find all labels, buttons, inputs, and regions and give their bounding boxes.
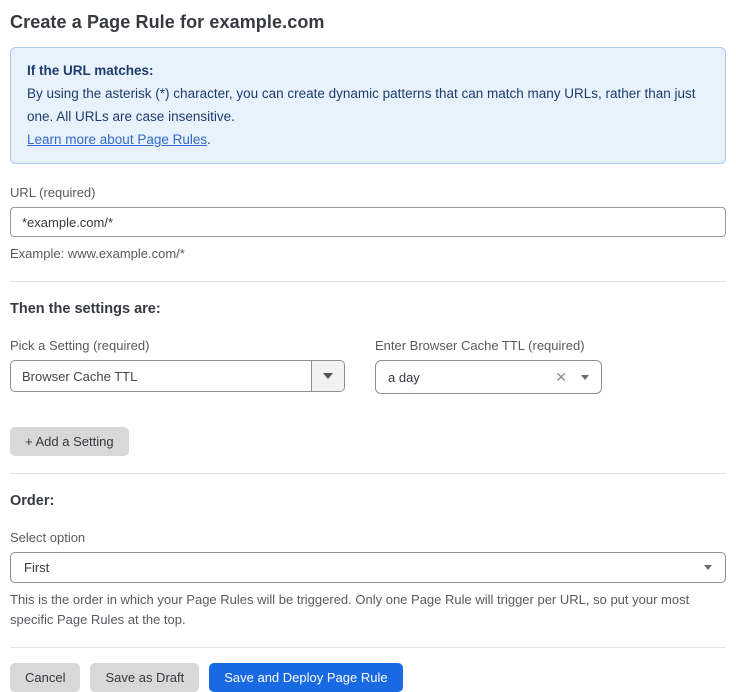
info-box-link-line: Learn more about Page Rules. [27, 128, 709, 151]
settings-row: Pick a Setting (required) Browser Cache … [10, 317, 726, 394]
ttl-picker-column: Enter Browser Cache TTL (required) a day… [375, 317, 602, 394]
divider [10, 647, 726, 648]
order-helper-text: This is the order in which your Page Rul… [10, 590, 726, 630]
save-as-draft-button[interactable]: Save as Draft [90, 663, 199, 692]
url-field-helper: Example: www.example.com/* [10, 244, 726, 264]
caret-down-icon [323, 373, 333, 379]
ttl-picker-dropdown[interactable]: a day ✕ [375, 360, 602, 394]
setting-picker-label: Pick a Setting (required) [10, 338, 345, 353]
cancel-button[interactable]: Cancel [10, 663, 80, 692]
x-clear-icon[interactable]: ✕ [555, 370, 567, 384]
footer-actions: Cancel Save as Draft Save and Deploy Pag… [10, 663, 726, 692]
settings-section-heading: Then the settings are: [10, 301, 726, 317]
link-suffix: . [207, 132, 211, 147]
caret-down-icon [704, 565, 712, 570]
url-match-info-box: If the URL matches: By using the asteris… [10, 47, 726, 164]
order-select[interactable]: First [10, 552, 726, 583]
order-select-label: Select option [10, 530, 726, 545]
divider [10, 473, 726, 474]
create-page-rule-panel: Create a Page Rule for example.com If th… [0, 0, 736, 692]
url-input[interactable] [10, 207, 726, 237]
page-title: Create a Page Rule for example.com [10, 12, 726, 33]
save-and-deploy-button[interactable]: Save and Deploy Page Rule [209, 663, 402, 692]
ttl-picker-value: a day [388, 370, 555, 385]
ttl-picker-label: Enter Browser Cache TTL (required) [375, 338, 602, 353]
order-section-heading: Order: [10, 493, 726, 509]
url-field-label: URL (required) [10, 185, 726, 200]
add-setting-row: + Add a Setting [10, 427, 726, 456]
add-setting-button[interactable]: + Add a Setting [10, 427, 129, 456]
divider [10, 281, 726, 282]
order-select-value: First [24, 560, 704, 575]
caret-down-icon [581, 375, 589, 380]
info-box-heading: If the URL matches: [27, 59, 709, 82]
setting-picker-dropdown[interactable]: Browser Cache TTL [10, 360, 345, 392]
info-box-body: By using the asterisk (*) character, you… [27, 82, 709, 128]
setting-picker-value: Browser Cache TTL [11, 361, 311, 391]
setting-picker-column: Pick a Setting (required) Browser Cache … [10, 317, 345, 394]
learn-more-link[interactable]: Learn more about Page Rules [27, 132, 207, 147]
setting-picker-arrow-button[interactable] [311, 361, 344, 391]
